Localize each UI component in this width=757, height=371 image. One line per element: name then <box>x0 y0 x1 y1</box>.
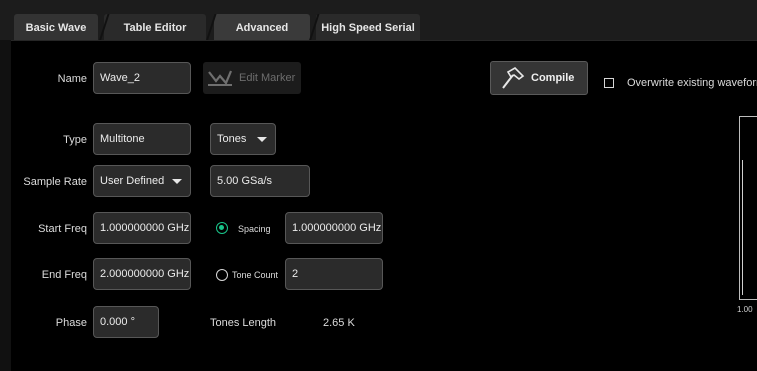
tab-bar: Basic Wave Table Editor Advanced High Sp… <box>0 0 757 42</box>
sample-rate-label: Sample Rate <box>23 176 87 188</box>
tones-length-value: 2.65 K <box>323 317 355 329</box>
spacing-field[interactable]: 1.000000000 GHz <box>285 212 383 244</box>
chevron-down-icon <box>257 137 267 142</box>
phase-label: Phase <box>55 317 87 329</box>
tones-dropdown[interactable]: Tones <box>210 123 276 155</box>
compile-label: Compile <box>531 72 575 84</box>
tone-count-field[interactable]: 2 <box>285 258 383 290</box>
start-freq-field[interactable]: 1.000000000 GHz <box>93 212 191 244</box>
spacing-label: Spacing <box>238 224 271 234</box>
tab-basic-wave[interactable]: Basic Wave <box>14 14 98 42</box>
spacing-radio[interactable] <box>216 222 228 234</box>
compile-button[interactable]: Compile <box>490 61 588 95</box>
tone-count-label: Tone Count <box>232 270 279 280</box>
edit-marker-button[interactable]: Edit Marker <box>203 62 301 94</box>
start-freq-label: Start Freq <box>38 223 87 235</box>
tone-count-radio[interactable] <box>216 269 228 281</box>
tab-high-speed-serial[interactable]: High Speed Serial <box>316 14 420 42</box>
type-label: Type <box>63 134 87 146</box>
overwrite-checkbox[interactable] <box>604 78 614 88</box>
name-label: Name <box>57 73 87 85</box>
chevron-down-icon <box>172 179 182 184</box>
edit-marker-label: Edit Marker <box>239 72 296 84</box>
tones-dropdown-value: Tones <box>217 133 247 145</box>
hammer-icon <box>502 67 525 89</box>
phase-field[interactable]: 0.000 ° <box>93 306 159 338</box>
name-field[interactable]: Wave_2 <box>93 62 191 94</box>
sample-rate-dropdown-value: User Defined <box>100 175 165 187</box>
tab-table-editor[interactable]: Table Editor <box>104 14 206 42</box>
tab-advanced[interactable]: Advanced <box>214 14 310 42</box>
preview-axis-label: 1.00 <box>737 305 753 314</box>
overwrite-label: Overwrite existing waveform <box>627 77 757 89</box>
end-freq-field[interactable]: 2.000000000 GHz <box>93 258 191 290</box>
end-freq-label: End Freq <box>41 269 87 281</box>
sample-rate-dropdown[interactable]: User Defined <box>93 165 191 197</box>
pen-marker-icon <box>208 70 233 86</box>
waveform-trace <box>742 160 743 295</box>
sample-rate-field[interactable]: 5.00 GSa/s <box>210 165 310 197</box>
type-field[interactable]: Multitone <box>93 123 191 155</box>
tones-length-label: Tones Length <box>210 317 277 329</box>
